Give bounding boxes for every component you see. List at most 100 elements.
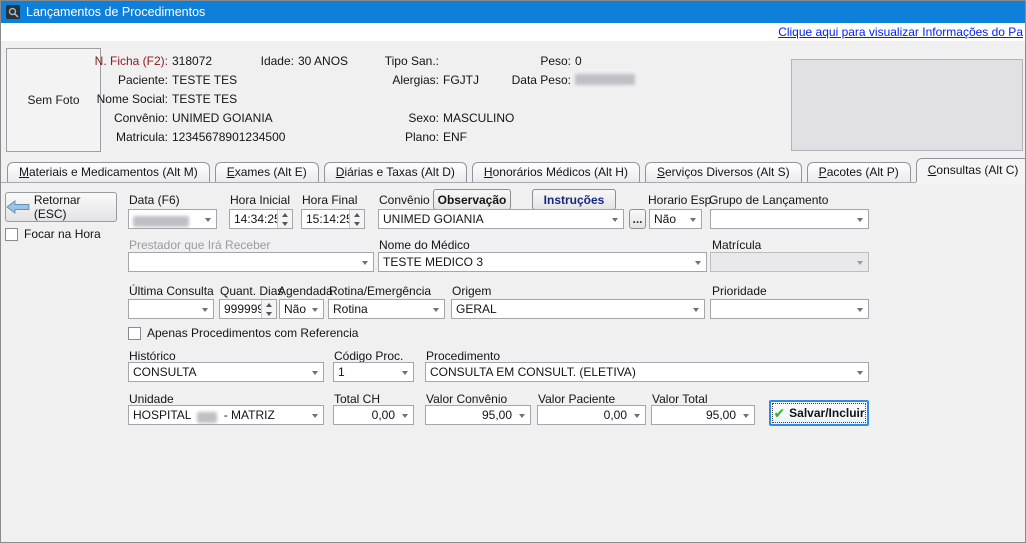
- spin-up-icon[interactable]: [262, 300, 276, 309]
- procedimento-combo[interactable]: CONSULTA EM CONSULT. (ELETIVA): [425, 362, 869, 382]
- chevron-down-icon: [857, 308, 863, 312]
- chevron-down-icon: [634, 414, 640, 418]
- chevron-down-icon: [205, 218, 211, 222]
- peso-label: Peso:: [501, 54, 571, 68]
- plano-value: ENF: [443, 130, 467, 144]
- peso-value: 0: [575, 54, 582, 68]
- prestador-combo[interactable]: [128, 252, 374, 272]
- tab-exames[interactable]: Exames (Alt E): [215, 162, 319, 182]
- focar-na-hora-row: Focar na Hora: [5, 227, 101, 241]
- spin-up-icon[interactable]: [350, 210, 364, 219]
- valor-convenio-label: Valor Convênio: [426, 392, 507, 406]
- convenio-header-label: Convênio:: [101, 111, 168, 125]
- convenio-header-value: UNIMED GOIANIA: [172, 111, 273, 125]
- data-combo[interactable]: [128, 209, 217, 229]
- agendada-combo[interactable]: Não: [279, 299, 324, 319]
- spin-down-icon[interactable]: [278, 219, 292, 228]
- matricula-label: Matrícula: [712, 238, 761, 252]
- patient-header: Sem Foto N. Ficha (F2): 318072 Paciente:…: [1, 41, 1025, 157]
- tab-materiais-medicamentos[interactable]: Materiais e Medicamentos (Alt M): [7, 162, 210, 182]
- observacao-button[interactable]: Observação: [433, 189, 511, 210]
- tab-servicos-diversos[interactable]: Serviços Diversos (Alt S): [645, 162, 802, 182]
- tab-pacotes[interactable]: Pacotes (Alt P): [807, 162, 911, 182]
- chevron-down-icon: [402, 414, 408, 418]
- quant-dias-spinner[interactable]: 999999: [219, 299, 277, 319]
- hora-inicial-spinner[interactable]: 14:34:25: [229, 209, 293, 229]
- codigo-proc-label: Código Proc.: [334, 349, 403, 363]
- spin-up-icon[interactable]: [278, 210, 292, 219]
- chevron-down-icon: [519, 414, 525, 418]
- hora-final-label: Hora Final: [302, 193, 357, 207]
- grupo-lancamento-combo[interactable]: [710, 209, 869, 229]
- tab-consultas[interactable]: Consultas (Alt C): [916, 158, 1026, 182]
- tipo-san-label: Tipo San.:: [381, 54, 439, 68]
- chevron-down-icon: [857, 218, 863, 222]
- matricula-header-label: Matricula:: [101, 130, 168, 144]
- nome-medico-combo[interactable]: TESTE MEDICO 3: [378, 252, 707, 272]
- apenas-referencia-checkbox[interactable]: [128, 327, 141, 340]
- origem-label: Origem: [452, 284, 491, 298]
- horario-esp-combo[interactable]: Não: [649, 209, 702, 229]
- instrucoes-button[interactable]: Instruções: [532, 189, 616, 210]
- tab-honorarios-medicos[interactable]: Honorários Médicos (Alt H): [472, 162, 640, 182]
- nome-social-label: Nome Social:: [91, 92, 168, 106]
- tab-diarias-taxas[interactable]: Diárias e Taxas (Alt D): [324, 162, 467, 182]
- tab-strip: Materiais e Medicamentos (Alt M) Exames …: [7, 159, 1025, 182]
- codigo-proc-combo[interactable]: 1: [333, 362, 414, 382]
- convenio-combo[interactable]: UNIMED GOIANIA: [378, 209, 624, 229]
- alergias-value: FGJTJ: [443, 73, 479, 87]
- retornar-button[interactable]: Retornar (ESC): [5, 192, 117, 222]
- ficha-value: 318072: [172, 54, 212, 68]
- valor-convenio-field[interactable]: 95,00: [425, 405, 531, 425]
- unidade-combo[interactable]: HOSPITAL - MATRIZ: [128, 405, 324, 425]
- unidade-redacted-segment: [197, 412, 217, 423]
- hora-final-spinner[interactable]: 15:14:25: [301, 209, 365, 229]
- patient-info-link[interactable]: Clique aqui para visualizar Informações …: [778, 25, 1023, 39]
- photo-placeholder-label: Sem Foto: [27, 93, 79, 107]
- data-peso-redacted-value: [575, 74, 635, 85]
- header-side-panel: [791, 59, 1023, 151]
- ficha-label: N. Ficha (F2):: [81, 54, 168, 68]
- paciente-value: TESTE TES: [172, 73, 237, 87]
- chevron-down-icon: [612, 218, 618, 222]
- agendada-label: Agendada: [278, 284, 333, 298]
- chevron-down-icon: [857, 371, 863, 375]
- valor-total-label: Valor Total: [652, 392, 708, 406]
- origem-combo[interactable]: GERAL: [451, 299, 705, 319]
- paciente-label: Paciente:: [101, 73, 168, 87]
- prioridade-combo[interactable]: [710, 299, 869, 319]
- historico-combo[interactable]: CONSULTA: [128, 362, 324, 382]
- focar-na-hora-label: Focar na Hora: [24, 227, 101, 241]
- unidade-label: Unidade: [129, 392, 174, 406]
- data-peso-label: Data Peso:: [501, 73, 571, 87]
- chevron-down-icon: [433, 308, 439, 312]
- total-ch-field[interactable]: 0,00: [333, 405, 414, 425]
- app-icon: [6, 5, 20, 19]
- alergias-label: Alergias:: [381, 73, 439, 87]
- chevron-down-icon: [690, 218, 696, 222]
- chevron-down-icon: [695, 261, 701, 265]
- prioridade-label: Prioridade: [712, 284, 767, 298]
- rotina-emergencia-label: Rotina/Emergência: [329, 284, 431, 298]
- procedimento-label: Procedimento: [426, 349, 500, 363]
- more-options-button[interactable]: ...: [629, 209, 646, 229]
- spin-down-icon[interactable]: [262, 309, 276, 318]
- link-strip: Clique aqui para visualizar Informações …: [1, 23, 1025, 41]
- title-bar: Lançamentos de Procedimentos: [1, 1, 1025, 23]
- window-title: Lançamentos de Procedimentos: [26, 5, 205, 19]
- idade-label: Idade:: [251, 54, 294, 68]
- sexo-value: MASCULINO: [443, 111, 514, 125]
- valor-paciente-field[interactable]: 0,00: [537, 405, 646, 425]
- convenio-label: Convênio: [379, 193, 430, 207]
- procedures-window: Lançamentos de Procedimentos Clique aqui…: [0, 0, 1026, 543]
- rotina-emergencia-combo[interactable]: Rotina: [328, 299, 445, 319]
- spin-down-icon[interactable]: [350, 219, 364, 228]
- chevron-down-icon: [857, 261, 863, 265]
- data-redacted-value: [133, 216, 189, 227]
- chevron-down-icon: [312, 371, 318, 375]
- salvar-incluir-button[interactable]: ✔ Salvar/Incluir: [769, 400, 869, 426]
- chevron-down-icon: [312, 414, 318, 418]
- valor-total-field[interactable]: 95,00: [651, 405, 755, 425]
- ultima-consulta-combo[interactable]: [128, 299, 214, 319]
- focar-na-hora-checkbox[interactable]: [5, 228, 18, 241]
